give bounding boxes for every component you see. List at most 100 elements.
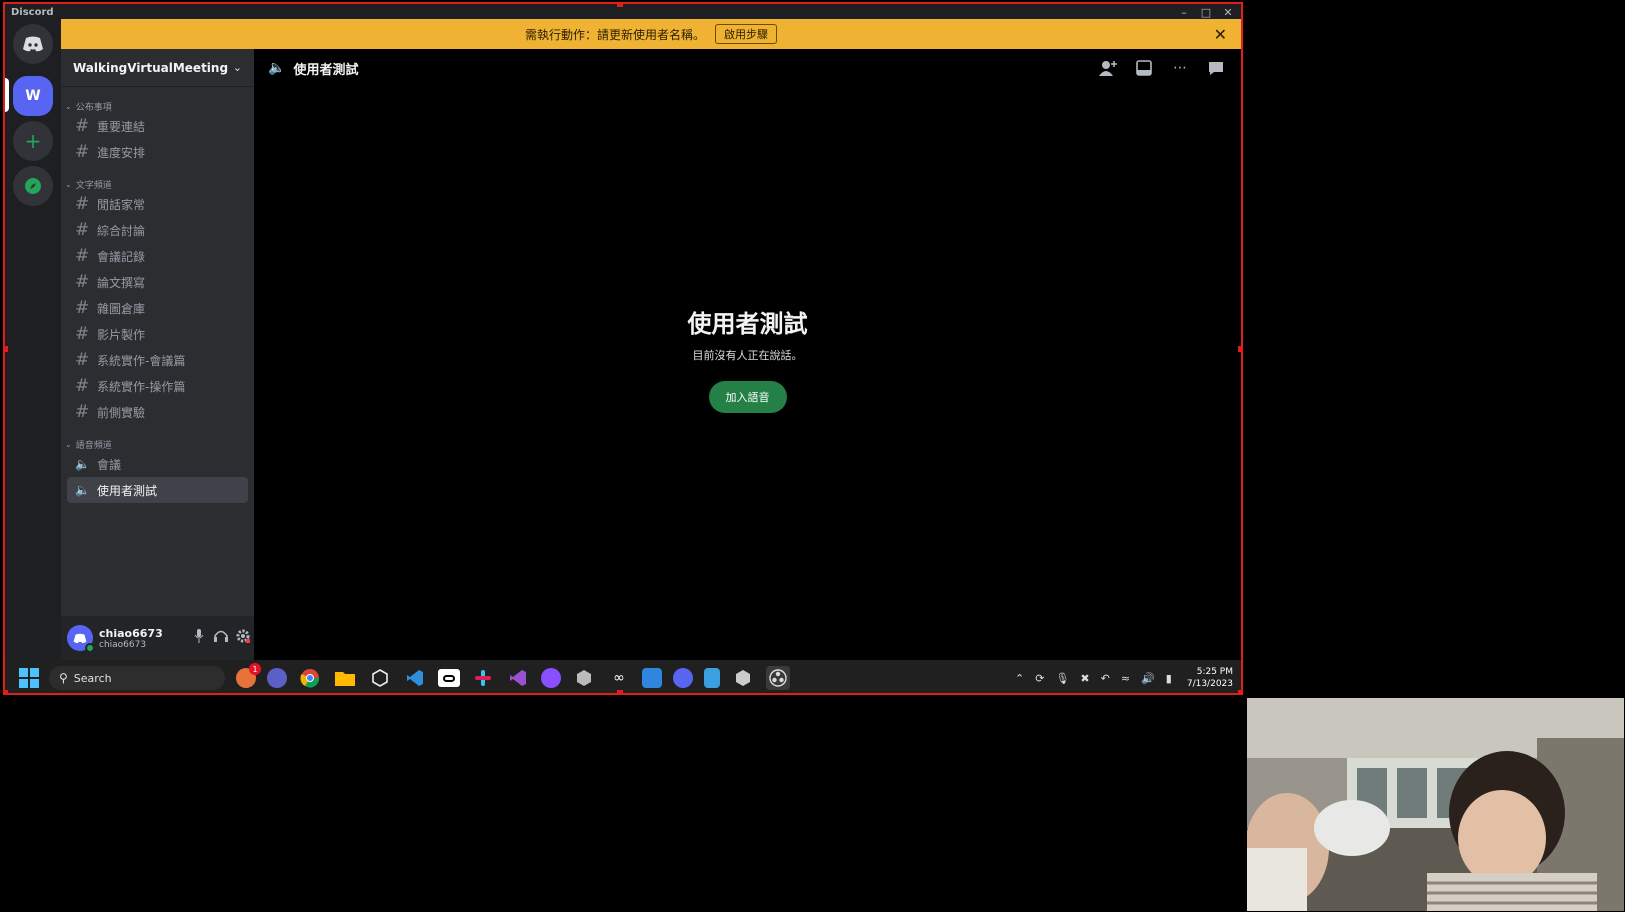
text-channel-item[interactable]: # 重要連結	[67, 113, 248, 139]
channel-label: 進度安排	[97, 145, 146, 160]
microphone-icon[interactable]	[188, 629, 210, 647]
discord-taskbar-icon[interactable]	[673, 668, 693, 688]
unity-hub-icon[interactable]	[572, 666, 596, 690]
text-channel-item[interactable]: # 綜合討論	[67, 217, 248, 243]
banner-action-button[interactable]: 啟用步驟	[715, 24, 777, 44]
hash-icon: #	[75, 220, 90, 240]
channel-label: 閒話家常	[97, 197, 146, 212]
photos-icon[interactable]	[642, 668, 662, 688]
clock-time: 5:25 PM	[1196, 667, 1233, 677]
taskbar-search-label: Search	[73, 671, 112, 685]
more-options-icon[interactable]: ⋯	[1169, 57, 1191, 79]
channel-label: 會議記錄	[97, 249, 146, 264]
battery-icon[interactable]: ▮	[1166, 672, 1172, 685]
banner-text: 需執行動作：請更新使用者名稱。	[524, 27, 705, 42]
maximize-icon[interactable]: □	[1195, 4, 1217, 20]
obs-icon[interactable]	[766, 666, 790, 690]
visual-studio-icon[interactable]	[506, 666, 530, 690]
microphone-tray-icon[interactable]: 🎙	[1055, 672, 1069, 685]
server-icon-w[interactable]: W	[13, 76, 53, 116]
selection-handle[interactable]	[5, 346, 8, 352]
voice-channel-view: 🔈 使用者測試 ⋯ 使用者測試 目前沒有人正在說話。 加入語音	[254, 49, 1241, 660]
close-icon[interactable]: ✕	[1217, 4, 1239, 20]
chat-bubble-icon[interactable]	[1205, 57, 1227, 79]
close-circle-icon[interactable]: ✖	[1080, 672, 1089, 685]
join-voice-button[interactable]: 加入語音	[708, 381, 787, 413]
chevron-down-icon: ⌄	[65, 179, 72, 189]
channel-title: 使用者測試	[293, 62, 359, 78]
meta-icon[interactable]: ∞	[607, 666, 631, 690]
selection-handle[interactable]	[1238, 690, 1241, 693]
windows-start-icon[interactable]	[19, 668, 39, 688]
hash-icon: #	[75, 116, 90, 136]
text-channel-item[interactable]: # 系統實作-操作篇	[67, 373, 248, 399]
compass-icon[interactable]	[13, 166, 53, 206]
text-channel-item[interactable]: # 前側實驗	[67, 399, 248, 425]
text-channel-item[interactable]: # 閒話家常	[67, 191, 248, 217]
chevron-down-icon: ⌄	[232, 61, 242, 74]
vscode-icon[interactable]	[403, 666, 427, 690]
server-header[interactable]: WalkingVirtualMeeting ⌄	[61, 49, 254, 87]
channel-label: 系統實作-會議篇	[97, 353, 186, 368]
invite-user-icon[interactable]	[1097, 57, 1119, 79]
discord-window: Discord – □ ✕ W + 需執行動作：請更新使用者名稱。 啟用步驟 ✕…	[3, 2, 1243, 695]
unity-icon[interactable]	[368, 666, 392, 690]
sync-icon[interactable]: ⟳	[1035, 672, 1044, 685]
banner-close-icon[interactable]: ✕	[1214, 25, 1227, 44]
text-channel-item[interactable]: # 影片製作	[67, 321, 248, 347]
headphones-icon[interactable]	[210, 629, 232, 647]
hash-icon: #	[75, 194, 90, 214]
user-names[interactable]: chiao6673 chiao6673	[99, 627, 188, 650]
chevron-up-icon[interactable]: ⌃	[1015, 672, 1024, 685]
volume-icon[interactable]: 🔊	[1141, 672, 1155, 685]
category-label: 文字頻道	[75, 180, 112, 191]
undo-icon[interactable]: ↶	[1101, 672, 1110, 685]
channel-label: 會議	[97, 457, 122, 472]
oculus-icon[interactable]	[438, 669, 460, 687]
unity-editor-icon[interactable]	[731, 666, 755, 690]
settings-gear-icon[interactable]	[232, 629, 254, 647]
teams-icon[interactable]	[267, 668, 287, 688]
selection-handle[interactable]	[617, 690, 623, 693]
channel-label: 綜合討論	[97, 223, 146, 238]
text-channel-item[interactable]: # 雜圖倉庫	[67, 295, 248, 321]
chrome-icon[interactable]	[298, 666, 322, 690]
hash-icon: #	[75, 324, 90, 344]
text-channel-item[interactable]: # 系統實作-會議篇	[67, 347, 248, 373]
taskbar-clock[interactable]: 5:25 PM 7/13/2023	[1187, 666, 1233, 690]
wifi-icon[interactable]: ≈	[1121, 672, 1130, 685]
clock-date: 7/13/2023	[1186, 679, 1233, 689]
selected-server-pill	[5, 78, 9, 112]
popout-icon[interactable]	[1133, 57, 1155, 79]
text-channel-item[interactable]: # 論文撰寫	[67, 269, 248, 295]
webcam-image	[1247, 698, 1624, 911]
selection-handle[interactable]	[1238, 346, 1241, 352]
app-wordmark: Discord	[11, 6, 54, 18]
selection-handle[interactable]	[617, 4, 623, 7]
webcam-overlay	[1247, 698, 1624, 911]
channel-label: 雜圖倉庫	[97, 301, 146, 316]
voice-channel-item[interactable]: 🔈 使用者測試	[67, 477, 248, 503]
action-required-banner: 需執行動作：請更新使用者名稱。 啟用步驟 ✕	[61, 19, 1241, 49]
taskbar-search[interactable]: ⚲ Search	[49, 666, 225, 690]
add-server-icon[interactable]: +	[13, 121, 53, 161]
file-explorer-icon[interactable]	[333, 666, 357, 690]
category-header[interactable]: ⌄ 語音頻道	[61, 437, 254, 451]
user-panel: chiao6673 chiao6673	[61, 616, 254, 660]
voice-channel-item[interactable]: 🔈 會議	[67, 451, 248, 477]
widgets-icon[interactable]: 1	[236, 663, 261, 688]
category-header[interactable]: ⌄ 公布事項	[61, 99, 254, 113]
category-header[interactable]: ⌄ 文字頻道	[61, 177, 254, 191]
slack-icon[interactable]	[471, 666, 495, 690]
voice-channel-title: 使用者測試	[687, 310, 808, 338]
selection-handle[interactable]	[5, 690, 8, 693]
github-desktop-icon[interactable]	[541, 668, 561, 688]
text-channel-item[interactable]: # 進度安排	[67, 139, 248, 165]
text-channel-item[interactable]: # 會議記錄	[67, 243, 248, 269]
channel-list: ⌄ 公布事項 # 重要連結 # 進度安排 ⌄ 文字頻道 # 閒話家常 # 綜合討論 # 會議記錄 # 論文撰寫…	[61, 99, 254, 503]
discord-home-icon[interactable]	[13, 24, 53, 64]
notepad-icon[interactable]	[704, 668, 720, 688]
server-rail: W +	[5, 20, 61, 660]
minimize-icon[interactable]: –	[1173, 4, 1195, 20]
avatar[interactable]	[67, 625, 95, 653]
